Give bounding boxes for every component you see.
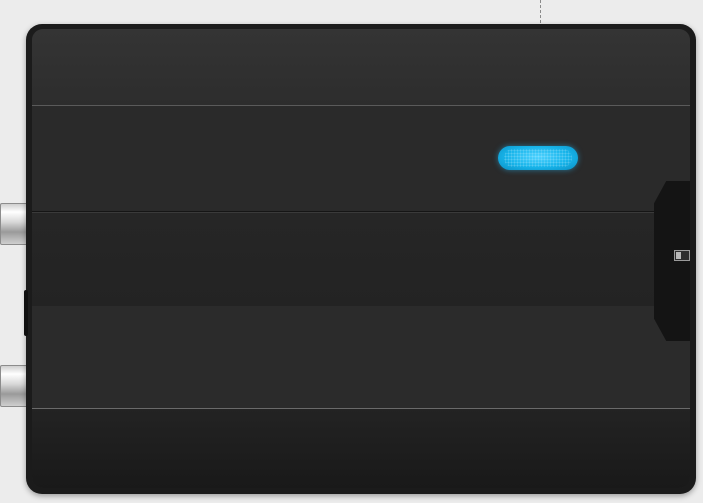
product-render (0, 0, 703, 503)
device-body (26, 24, 696, 494)
device-side-step (654, 181, 690, 341)
device-bottom-band (32, 409, 690, 488)
device-top-band (32, 29, 690, 106)
device-middle-band (32, 212, 690, 307)
device-upper-band (32, 106, 690, 212)
edge-notch (24, 290, 28, 336)
status-led (498, 146, 578, 170)
device-lower-band (32, 306, 690, 409)
device-face (32, 29, 690, 488)
side-switch (674, 250, 690, 261)
